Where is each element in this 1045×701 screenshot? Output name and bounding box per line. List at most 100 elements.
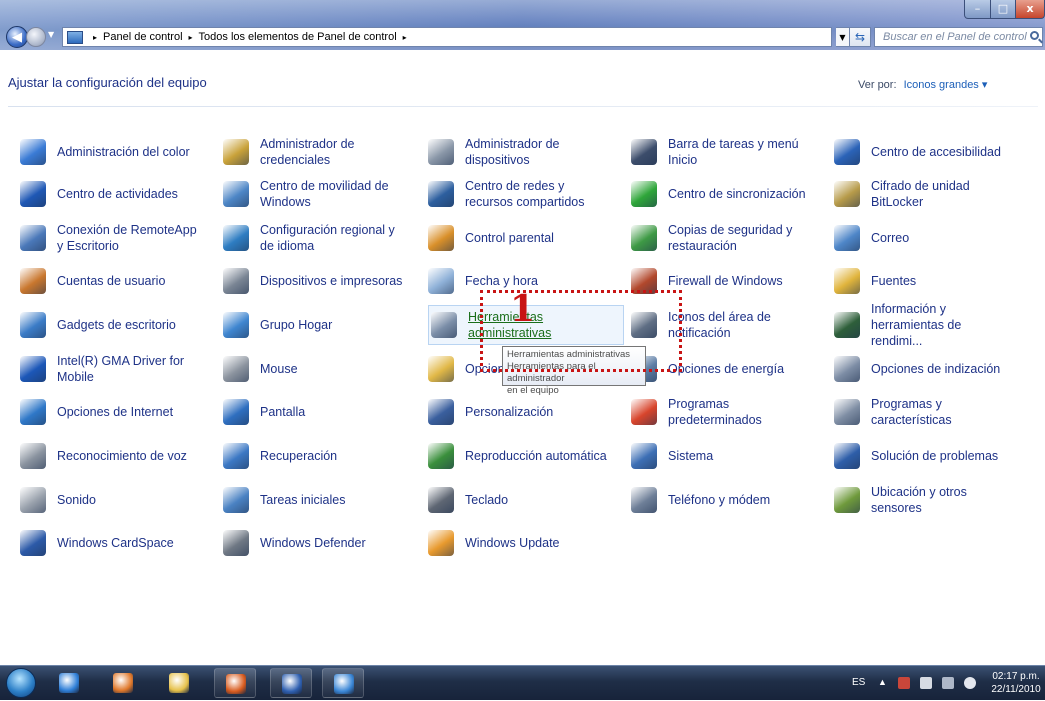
search-input[interactable]: Buscar en el Panel de control	[874, 27, 1043, 47]
cp-item-keyboard[interactable]: Teclado	[408, 480, 608, 520]
maximize-button[interactable]: □	[990, 0, 1016, 19]
cp-item-label: Correo	[871, 231, 910, 245]
cp-item-default-programs[interactable]: Programas predeterminados	[611, 392, 811, 432]
cp-item-mail[interactable]: Correo	[814, 218, 1014, 258]
cp-item-bitlocker-key[interactable]: Cifrado de unidad BitLocker	[814, 174, 1014, 214]
cp-item-mouse[interactable]: Mouse	[203, 349, 403, 389]
volume-tray-icon[interactable]	[964, 677, 976, 689]
cp-item-cardspace[interactable]: Windows CardSpace	[0, 523, 200, 563]
cp-item-printer[interactable]: Dispositivos e impresoras	[203, 261, 403, 301]
cp-item-backup[interactable]: Copias de seguridad y restauración	[611, 218, 811, 258]
cp-item-speaker[interactable]: Sonido	[0, 480, 200, 520]
cp-item-user-accounts[interactable]: Cuentas de usuario	[0, 261, 200, 301]
cp-item-remoteapp[interactable]: Conexión de RemoteApp y Escritorio	[0, 218, 200, 258]
cp-item-fonts-folder[interactable]: Fuentes	[814, 261, 1014, 301]
cp-item-windows-defender[interactable]: Windows Defender	[203, 523, 403, 563]
address-bar[interactable]: ▸ Panel de control ▸ Todos los elementos…	[62, 27, 832, 47]
cp-item-troubleshooting[interactable]: Solución de problemas	[814, 436, 1014, 476]
taskbar-app-media-player[interactable]	[102, 668, 144, 698]
cp-item-autoplay[interactable]: Reproducción automática	[408, 436, 608, 476]
cp-item-label: Fecha y hora	[465, 274, 538, 288]
accessibility-icon	[834, 139, 860, 165]
taskbar-app-control-panel[interactable]	[322, 668, 364, 698]
cp-item-notification-area[interactable]: Iconos del área de notificación	[611, 305, 811, 345]
cp-item-label: Información y herramientas de rendimi...	[871, 302, 962, 348]
media-player-icon	[113, 673, 133, 693]
taskbar-app-explorer-folder[interactable]	[158, 668, 200, 698]
cp-item-label: Control parental	[465, 231, 554, 245]
mouse-icon	[223, 356, 249, 382]
cp-item-windows-update[interactable]: Windows Update	[408, 523, 608, 563]
action-center-tray-icon[interactable]	[898, 677, 910, 689]
clock-time[interactable]: 02:17 p.m.	[990, 671, 1042, 682]
cp-item-indexing[interactable]: Opciones de indización	[814, 349, 1014, 389]
taskbar-icon	[631, 139, 657, 165]
search-icon[interactable]	[1030, 31, 1039, 40]
power-tray-icon[interactable]	[920, 677, 932, 689]
cp-item-label: Teléfono y módem	[668, 493, 771, 507]
tooltip-description-end: en el equipo	[507, 385, 559, 396]
cp-item-gadgets[interactable]: Gadgets de escritorio	[0, 305, 200, 345]
cp-item-parental-control[interactable]: Control parental	[408, 218, 608, 258]
system-tray: ES ▲ 02:17 p.m. 22/11/2010	[840, 666, 1045, 701]
close-button[interactable]: x	[1015, 0, 1045, 19]
taskbar-app-firefox[interactable]	[214, 668, 256, 698]
refresh-button[interactable]: ⇆	[849, 27, 871, 47]
language-indicator[interactable]: ES	[852, 677, 865, 688]
clock-date[interactable]: 22/11/2010	[990, 684, 1042, 695]
network-tray-icon[interactable]	[942, 677, 954, 689]
breadcrumb-separator-icon[interactable]: ▸	[403, 33, 407, 42]
cp-item-action-center-flag[interactable]: Centro de actividades	[0, 174, 200, 214]
cp-item-location-sensors[interactable]: Ubicación y otros sensores	[814, 480, 1014, 520]
cp-item-label: Intel(R) GMA Driver for Mobile	[57, 354, 185, 384]
cp-item-display[interactable]: Pantalla	[203, 392, 403, 432]
minimize-button[interactable]: –	[964, 0, 991, 19]
breadcrumb-all-items[interactable]: Todos los elementos de Panel de control	[199, 31, 397, 43]
cp-item-device-manager[interactable]: Administrador de dispositivos	[408, 132, 608, 172]
forward-button[interactable]	[26, 27, 46, 47]
taskbar-app-word[interactable]	[270, 668, 312, 698]
cp-item-label: Windows CardSpace	[57, 536, 174, 550]
cp-item-programs-features[interactable]: Programas y características	[814, 392, 1014, 432]
cp-item-mobility-center[interactable]: Centro de movilidad de Windows	[203, 174, 403, 214]
breadcrumb-separator-icon[interactable]: ▸	[189, 33, 193, 42]
cp-item-credential-manager[interactable]: Administrador de credenciales	[203, 132, 403, 172]
cp-item-network-center[interactable]: Centro de redes y recursos compartidos	[408, 174, 608, 214]
cp-item-taskbar[interactable]: Barra de tareas y menú Inicio	[611, 132, 811, 172]
cp-item-label: Programas y características	[871, 397, 952, 427]
breadcrumb-separator-icon[interactable]: ▸	[93, 33, 97, 42]
cp-item-clock-calendar[interactable]: Fecha y hora	[408, 261, 608, 301]
cp-item-label: Opciones de energía	[668, 362, 785, 376]
cp-item-internet-options[interactable]: Opciones de Internet	[0, 392, 200, 432]
breadcrumb-control-panel[interactable]: Panel de control	[103, 31, 183, 43]
cp-item-intel-driver[interactable]: Intel(R) GMA Driver for Mobile	[0, 349, 200, 389]
internet-explorer-icon	[59, 673, 79, 693]
cp-item-label: Iconos del área de notificación	[668, 310, 771, 340]
cp-item-performance[interactable]: Información y herramientas de rendimi...	[814, 302, 1014, 348]
back-button[interactable]: ◀	[6, 26, 28, 48]
cp-item-globe[interactable]: Configuración regional y de idioma	[203, 218, 403, 258]
cp-item-label: Personalización	[465, 405, 554, 419]
cp-item-microphone[interactable]: Reconocimiento de voz	[0, 436, 200, 476]
cp-item-phone-modem[interactable]: Teléfono y módem	[611, 480, 811, 520]
cp-item-system[interactable]: Sistema	[611, 436, 811, 476]
cp-item-getting-started[interactable]: Tareas iniciales	[203, 480, 403, 520]
recovery-icon	[223, 443, 249, 469]
cp-item-label: Centro de accesibilidad	[871, 145, 1001, 159]
cp-item-label: Solución de problemas	[871, 449, 999, 463]
show-hidden-icons-button[interactable]: ▲	[878, 677, 887, 687]
recent-pages-dropdown-icon[interactable]: ▼	[48, 30, 54, 39]
cp-item-firewall[interactable]: Firewall de Windows	[611, 261, 811, 301]
keyboard-icon	[428, 487, 454, 513]
cp-item-accessibility[interactable]: Centro de accesibilidad	[814, 132, 1014, 172]
cp-item-recovery[interactable]: Recuperación	[203, 436, 403, 476]
cp-item-sync-center[interactable]: Centro de sincronización	[611, 174, 811, 214]
cp-item-personalization[interactable]: Personalización	[408, 392, 608, 432]
taskbar-app-internet-explorer[interactable]	[48, 668, 90, 698]
phone-modem-icon	[631, 487, 657, 513]
bitlocker-key-icon	[834, 181, 860, 207]
cp-item-color-management[interactable]: Administración del color	[0, 132, 200, 172]
address-history-dropdown-icon[interactable]: ▼	[836, 27, 850, 47]
start-button[interactable]	[6, 668, 36, 698]
cp-item-homegroup[interactable]: Grupo Hogar	[203, 305, 403, 345]
